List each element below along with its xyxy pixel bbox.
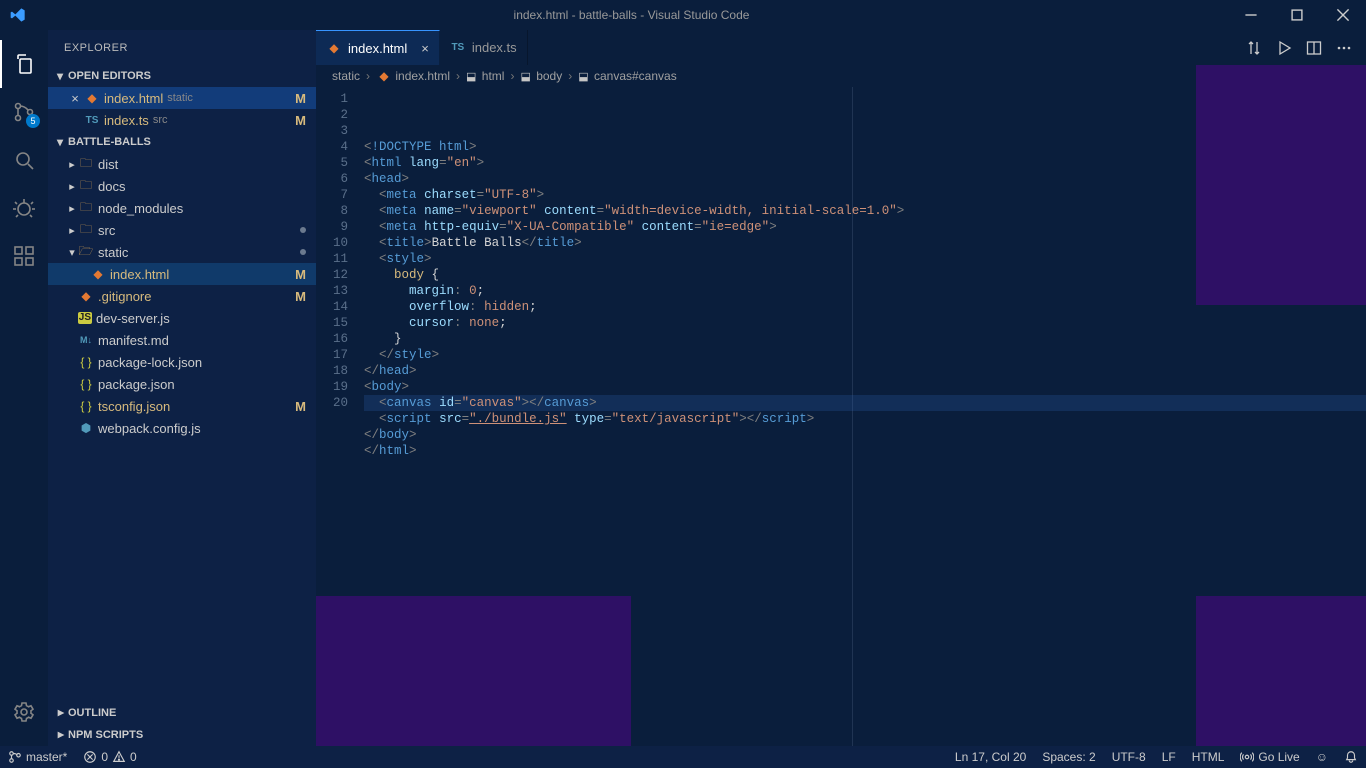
- status-notifications-icon[interactable]: [1336, 750, 1366, 764]
- file-tree-item[interactable]: ▸🗀docs: [48, 175, 316, 197]
- chevron-down-icon: ▾: [52, 69, 68, 83]
- chevron-down-icon: ▾: [52, 135, 68, 149]
- chevron-right-icon: ▾: [53, 705, 67, 721]
- run-icon[interactable]: [1276, 40, 1292, 56]
- activity-scm-icon[interactable]: 5: [0, 88, 48, 136]
- split-editor-icon[interactable]: [1306, 40, 1322, 56]
- status-encoding[interactable]: UTF-8: [1104, 750, 1154, 764]
- breadcrumb-item[interactable]: ⬓ html: [466, 69, 504, 83]
- close-icon[interactable]: ×: [421, 41, 429, 56]
- activity-search-icon[interactable]: [0, 136, 48, 184]
- status-bar: master* 0 0 Ln 17, Col 20 Spaces: 2 UTF-…: [0, 746, 1366, 768]
- file-tree-item[interactable]: ▸🗀node_modules: [48, 197, 316, 219]
- window-close-button[interactable]: [1320, 0, 1366, 30]
- activity-settings-icon[interactable]: [0, 688, 48, 736]
- file-tree-item[interactable]: ▾🗁static: [48, 241, 316, 263]
- close-icon[interactable]: ×: [66, 91, 84, 106]
- outline-section-header[interactable]: ▾ OUTLINE: [48, 702, 316, 724]
- file-tree-item[interactable]: { }package.json: [48, 373, 316, 395]
- status-branch[interactable]: master*: [0, 746, 75, 768]
- explorer-sidebar: EXPLORER ▾ OPEN EDITORS ×◆index.htmlstat…: [48, 30, 316, 746]
- status-spaces[interactable]: Spaces: 2: [1034, 750, 1103, 764]
- file-tree-item[interactable]: ▸🗀dist: [48, 153, 316, 175]
- folder-section-header[interactable]: ▾ BATTLE-BALLS: [48, 131, 316, 153]
- status-feedback-icon[interactable]: ☺: [1308, 750, 1336, 764]
- file-tree-item[interactable]: { }package-lock.json: [48, 351, 316, 373]
- title-bar: index.html - battle-balls - Visual Studi…: [0, 0, 1366, 30]
- file-tree-item[interactable]: { }tsconfig.jsonM: [48, 395, 316, 417]
- file-tree-item[interactable]: ◆.gitignoreM: [48, 285, 316, 307]
- breadcrumb-item[interactable]: ⬓ body: [520, 69, 562, 83]
- editor-tab[interactable]: ◆index.html×: [316, 30, 440, 65]
- overlay-panel: [1196, 65, 1366, 305]
- activity-bar: 5: [0, 30, 48, 746]
- overlay-panel: [316, 596, 631, 746]
- activity-debug-icon[interactable]: [0, 184, 48, 232]
- more-actions-icon[interactable]: [1336, 40, 1352, 56]
- compare-changes-icon[interactable]: [1246, 40, 1262, 56]
- open-editor-item[interactable]: TSindex.tssrcM: [48, 109, 316, 131]
- overlay-panel: [1196, 596, 1366, 746]
- chevron-right-icon: ▾: [53, 727, 67, 743]
- open-editors-section-header[interactable]: ▾ OPEN EDITORS: [48, 65, 316, 87]
- editor-tab[interactable]: TSindex.ts: [440, 30, 528, 65]
- file-tree-item[interactable]: ▸🗀src: [48, 219, 316, 241]
- status-eol[interactable]: LF: [1154, 750, 1184, 764]
- npm-scripts-section-header[interactable]: ▾ NPM SCRIPTS: [48, 724, 316, 746]
- editor-area: ◆index.html×TSindex.ts static›◆ index.ht…: [316, 30, 1366, 746]
- status-problems[interactable]: 0 0: [75, 746, 144, 768]
- activity-extensions-icon[interactable]: [0, 232, 48, 280]
- breadcrumb-item[interactable]: static: [332, 69, 360, 83]
- activity-explorer-icon[interactable]: [0, 40, 48, 88]
- vscode-logo-icon: [0, 7, 35, 23]
- window-maximize-button[interactable]: [1274, 0, 1320, 30]
- scm-badge: 5: [26, 114, 40, 128]
- window-title: index.html - battle-balls - Visual Studi…: [35, 8, 1228, 22]
- status-golive[interactable]: Go Live: [1232, 750, 1307, 764]
- breadcrumb-item[interactable]: ⬓ canvas#canvas: [578, 69, 676, 83]
- open-editor-item[interactable]: ×◆index.htmlstaticM: [48, 87, 316, 109]
- breadcrumb-item[interactable]: ◆ index.html: [376, 69, 450, 83]
- explorer-title: EXPLORER: [48, 30, 316, 65]
- file-tree-item[interactable]: M↓manifest.md: [48, 329, 316, 351]
- file-tree-item[interactable]: JSdev-server.js: [48, 307, 316, 329]
- status-cursor[interactable]: Ln 17, Col 20: [947, 750, 1034, 764]
- window-minimize-button[interactable]: [1228, 0, 1274, 30]
- file-tree-item[interactable]: ◆index.htmlM: [48, 263, 316, 285]
- status-language[interactable]: HTML: [1184, 750, 1233, 764]
- editor-tabs: ◆index.html×TSindex.ts: [316, 30, 1366, 65]
- file-tree-item[interactable]: ⬢webpack.config.js: [48, 417, 316, 439]
